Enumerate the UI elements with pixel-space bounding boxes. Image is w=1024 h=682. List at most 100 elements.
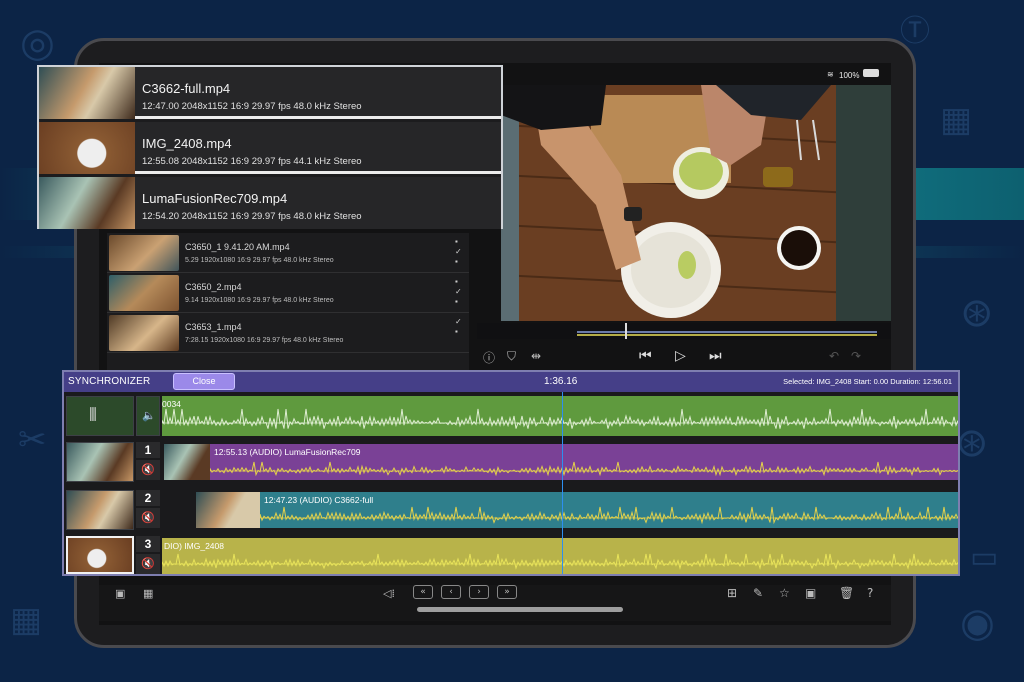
clip-thumbnail xyxy=(39,177,135,229)
trash-icon[interactable]: 🗑 xyxy=(839,586,854,600)
audio-clip-track-1[interactable]: 12:55.13 (AUDIO) LumaFusionRec709 xyxy=(210,444,958,480)
preview-scrubber[interactable] xyxy=(477,323,891,339)
play-circle-icon: ◉ xyxy=(960,600,995,646)
media-browser: C3650_1 9.41.20 AM.mp4 5.29 1920x1080 16… xyxy=(107,233,469,381)
preview-viewer[interactable] xyxy=(501,85,891,321)
list-item[interactable]: C3662-full.mp4 12:47.00 2048x1152 16:9 2… xyxy=(39,67,501,119)
waveform-line xyxy=(260,506,958,525)
audio-clip-track-2[interactable]: 12:47.23 (AUDIO) C3662-full xyxy=(260,492,958,528)
add-icon[interactable]: ⊞ xyxy=(727,586,737,600)
play-circle-icon: ◎ xyxy=(20,20,55,66)
pencil-icon[interactable]: ✎ xyxy=(753,586,763,600)
clip-info: 7:28.15 1920x1080 16:9 29.97 fps 48.0 kH… xyxy=(185,337,344,344)
play-icon[interactable]: ▷ xyxy=(675,348,686,364)
waveform xyxy=(162,553,958,570)
audio-clip-track-3[interactable]: DIO) IMG_2408 xyxy=(162,538,958,574)
close-button[interactable]: Close xyxy=(173,373,235,390)
chat-icon: ▭ xyxy=(970,540,999,575)
list-item[interactable]: LumaFusionRec709.mp4 12:54.20 2048x1152 … xyxy=(39,177,501,229)
clip-thumbnail xyxy=(109,315,179,351)
waveform-icon: ⦀ xyxy=(89,405,97,426)
clip-info: 12:54.20 2048x1152 16:9 29.97 fps 48.0 k… xyxy=(142,211,362,222)
star-icon[interactable]: ☆ xyxy=(779,586,790,600)
clip-status-icons: ▪ ✓ ▪ xyxy=(455,237,462,266)
redo-icon[interactable]: ↷ xyxy=(851,349,861,363)
clip-name: C3650_1 9.41.20 AM.mp4 xyxy=(185,242,290,252)
grid-icon[interactable]: ▦ xyxy=(143,587,153,600)
clip-status-icons: ▪ ✓ ▪ xyxy=(455,277,462,306)
timeline-toolbar: ▣ ▦ ◁⁞ « ‹ › » ⊞ ✎ ☆ ▣ 🗑 ? xyxy=(99,585,891,621)
battery-level: 100% xyxy=(839,71,860,80)
step-back-icon[interactable]: ‹ xyxy=(441,585,461,599)
speaker-icon: 🔈 xyxy=(142,409,156,422)
help-icon[interactable]: ? xyxy=(867,586,873,600)
clip-name: IMG_2408.mp4 xyxy=(142,136,232,151)
track-number: 2 xyxy=(136,490,160,506)
clip-label: 12:55.13 (AUDIO) LumaFusionRec709 xyxy=(214,447,361,457)
wifi-icon: ≋ xyxy=(827,70,834,79)
list-item[interactable]: C3650_1 9.41.20 AM.mp4 5.29 1920x1080 16… xyxy=(107,233,469,273)
scrubber-handle[interactable] xyxy=(625,323,627,339)
clip-thumbnail-strip xyxy=(196,492,260,528)
audio-clip-track-0[interactable]: 0034 xyxy=(162,396,958,436)
scissors-icon: ✂ xyxy=(18,420,47,460)
clip-thumbnail-strip xyxy=(164,444,210,480)
scrubber-track-secondary xyxy=(577,334,877,336)
clip-list-popup: C3662-full.mp4 12:47.00 2048x1152 16:9 2… xyxy=(37,65,503,229)
synchronizer-panel: SYNCHRONIZER Close 1:36.16 Selected: IMG… xyxy=(62,370,960,576)
mute-icon[interactable]: 🔇 xyxy=(136,508,160,528)
clip-info: 5.29 1920x1080 16:9 29.97 fps 48.0 kHz S… xyxy=(185,257,334,264)
audio-mix-icon[interactable]: ◁⁞ xyxy=(383,587,395,600)
waveform xyxy=(162,408,958,429)
selection-info: Selected: IMG_2408 Start: 0.00 Duration:… xyxy=(783,377,952,386)
track-number: 3 xyxy=(136,536,160,552)
info-icon[interactable]: ⓘ xyxy=(483,349,495,366)
clip-info: 12:47.00 2048x1152 16:9 29.97 fps 48.0 k… xyxy=(142,101,362,112)
reel-icon: ⊛ xyxy=(960,290,994,336)
skip-forward-icon[interactable]: ⏭ xyxy=(709,348,722,364)
synchronizer-title: SYNCHRONIZER xyxy=(68,376,151,387)
split-icon[interactable]: ⇹ xyxy=(531,349,541,363)
mute-icon[interactable]: 🔇 xyxy=(136,460,160,480)
clip-info: 12:55.08 2048x1152 16:9 29.97 fps 44.1 k… xyxy=(142,156,362,167)
skip-back-icon[interactable]: ⏮ xyxy=(639,348,652,364)
mute-icon[interactable]: 🔇 xyxy=(136,554,160,574)
waveform-line xyxy=(162,408,958,429)
list-item[interactable]: C3650_2.mp4 9.14 1920x1080 16:9 29.97 fp… xyxy=(107,273,469,313)
clip-thumbnail xyxy=(109,235,179,271)
step-forward-icon[interactable]: › xyxy=(469,585,489,599)
track-1-thumbnail[interactable] xyxy=(66,442,134,482)
playhead[interactable] xyxy=(562,392,563,574)
speaker-button[interactable]: 🔈 xyxy=(136,396,160,436)
marker-icon[interactable]: ⛉ xyxy=(507,349,516,364)
list-item[interactable]: C3653_1.mp4 7:28.15 1920x1080 16:9 29.97… xyxy=(107,313,469,353)
clip-status-icons: ✓ ▪ xyxy=(455,317,462,336)
clip-thumbnail xyxy=(39,122,135,174)
waveform xyxy=(210,461,958,477)
list-item[interactable]: IMG_2408.mp4 12:55.08 2048x1152 16:9 29.… xyxy=(39,122,501,174)
track-3-thumbnail[interactable] xyxy=(66,536,134,574)
fast-forward-icon[interactable]: » xyxy=(497,585,517,599)
scrubber-track xyxy=(577,331,877,333)
film-icon: ▦ xyxy=(10,600,43,640)
waveform-line xyxy=(162,553,958,570)
clip-thumbnail xyxy=(109,275,179,311)
camera-icon[interactable]: ▣ xyxy=(805,586,816,600)
reference-track-icon-cell[interactable]: ⦀ xyxy=(66,396,134,436)
export-icon[interactable]: ▣ xyxy=(115,587,125,600)
track-2-thumbnail[interactable] xyxy=(66,490,134,530)
waveform xyxy=(260,506,958,525)
clip-name: C3653_1.mp4 xyxy=(185,322,242,332)
preview-image xyxy=(501,85,891,321)
clip-name: C3662-full.mp4 xyxy=(142,81,231,96)
synchronizer-header: SYNCHRONIZER Close 1:36.16 Selected: IMG… xyxy=(64,372,958,392)
undo-icon[interactable]: ↶ xyxy=(829,349,839,363)
battery-icon xyxy=(863,69,879,77)
waveform-line xyxy=(210,461,958,477)
home-indicator xyxy=(417,607,623,612)
clip-info: 9.14 1920x1080 16:9 29.97 fps 48.0 kHz S… xyxy=(185,297,334,304)
rewind-icon[interactable]: « xyxy=(413,585,433,599)
track-number: 1 xyxy=(136,442,160,458)
clip-name: C3650_2.mp4 xyxy=(185,282,242,292)
film-icon: ▦ xyxy=(940,100,973,140)
